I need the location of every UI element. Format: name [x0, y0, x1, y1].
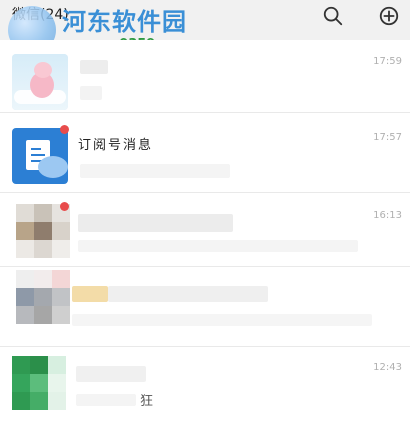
- blurred-name: [76, 366, 146, 382]
- page-title: 微信(24): [12, 7, 69, 23]
- search-button[interactable]: [320, 3, 346, 29]
- avatar: [12, 54, 68, 110]
- chat-time: 16:13: [373, 210, 402, 221]
- blurred-preview: [80, 164, 230, 178]
- chat-item[interactable]: [0, 270, 410, 356]
- chat-item[interactable]: 狂 12:43: [0, 354, 410, 440]
- blurred-name: [108, 286, 268, 302]
- chat-time: 12:43: [373, 362, 402, 373]
- chat-preview-suffix: 狂: [140, 394, 154, 409]
- blurred-preview: [76, 394, 136, 406]
- unread-dot: [60, 202, 69, 211]
- blurred-preview: [72, 314, 372, 326]
- avatar: [16, 270, 70, 324]
- avatar: [16, 204, 70, 258]
- unread-dot: [60, 125, 69, 134]
- top-bar: 微信(24): [0, 0, 410, 40]
- chat-time: 17:59: [373, 56, 402, 67]
- chat-list: 17:59 订阅号消息 17:57 16:13 狂 12:43: [0, 40, 410, 440]
- blurred-name: [80, 60, 108, 74]
- chat-item-subscriptions[interactable]: 订阅号消息 17:57: [0, 120, 410, 206]
- chat-name: 订阅号消息: [78, 138, 154, 153]
- search-icon: [323, 6, 343, 26]
- subscription-icon: [12, 128, 68, 184]
- plus-circle-icon: [379, 6, 399, 26]
- blurred-name: [78, 214, 233, 232]
- avatar: [12, 356, 66, 410]
- blurred-preview: [80, 86, 102, 100]
- chat-time: 17:57: [373, 132, 402, 143]
- blurred-name: [72, 286, 108, 302]
- add-button[interactable]: [376, 3, 402, 29]
- blurred-preview: [78, 240, 358, 252]
- chat-item[interactable]: 17:59: [0, 40, 410, 126]
